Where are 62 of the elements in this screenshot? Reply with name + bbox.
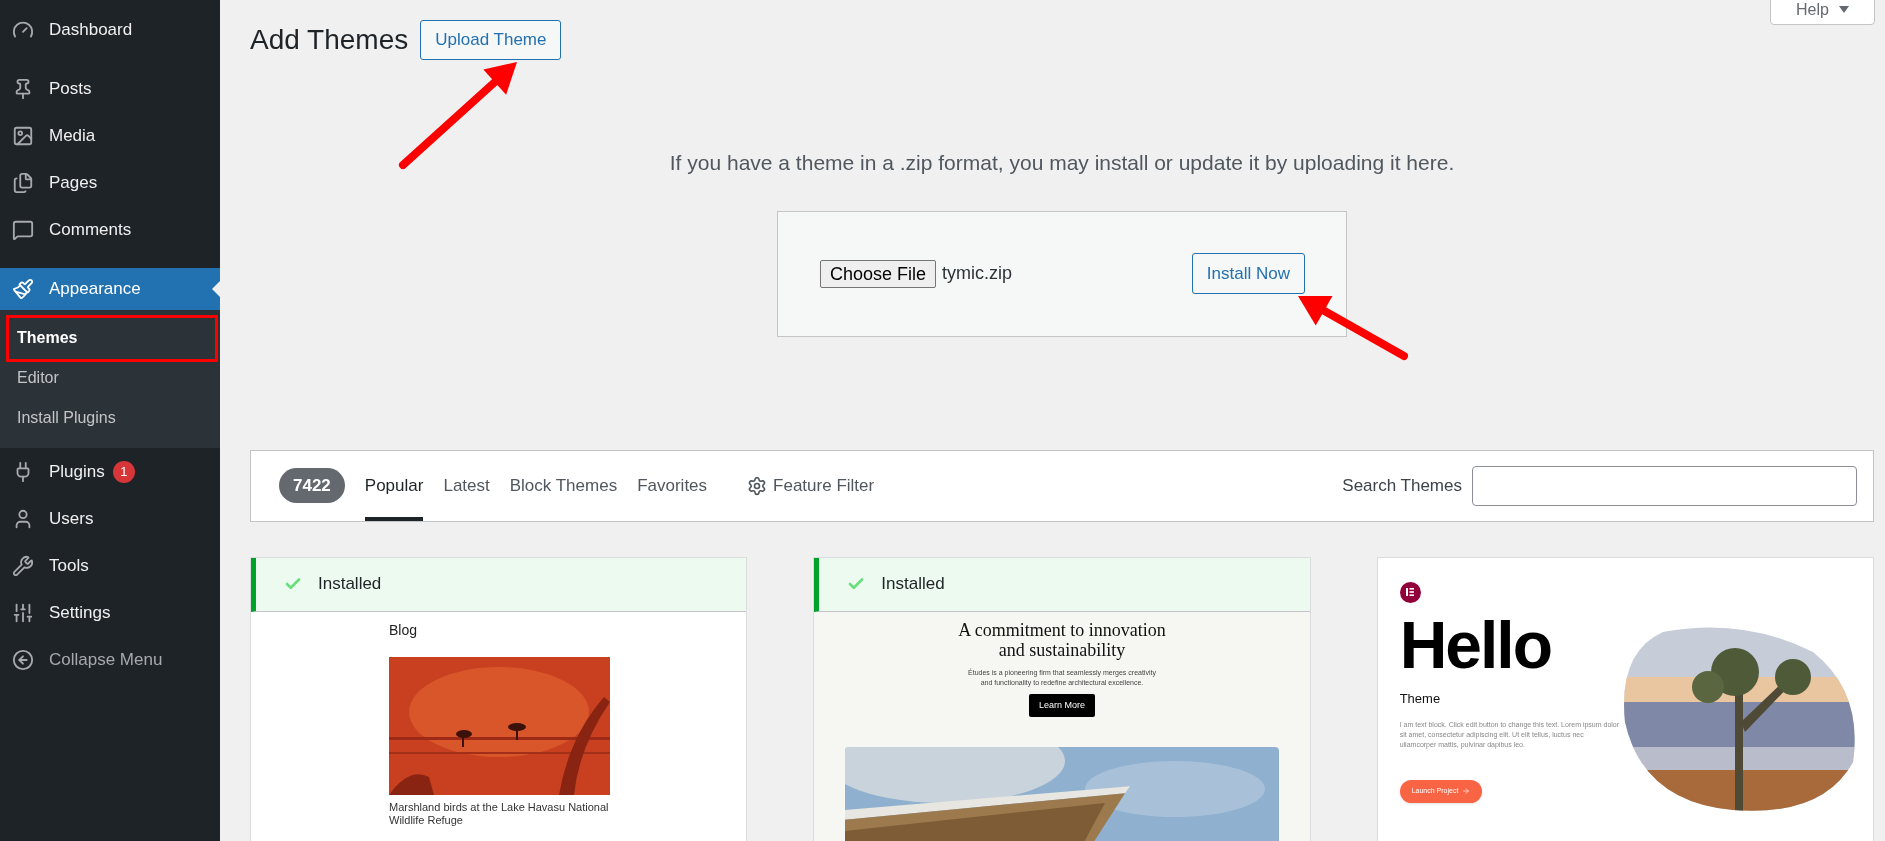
theme-card[interactable]: Installed Blog Marshland birds at the Lake Havasu National Wildlife Refuge xyxy=(250,556,748,841)
sidebar-label: Settings xyxy=(49,601,111,624)
sidebar-label: Comments xyxy=(49,218,132,241)
upload-theme-button[interactable]: Upload Theme xyxy=(420,20,562,60)
sidebar-label: Media xyxy=(49,124,96,147)
image-icon xyxy=(12,124,34,147)
preview-caption: Marshland birds at the Lake Havasu National Wildlife Refuge xyxy=(389,800,610,827)
sidebar-item[interactable]: Posts xyxy=(0,65,220,112)
wrench-icon xyxy=(12,554,34,577)
sidebar-label: Tools xyxy=(49,554,89,577)
sidebar-item[interactable]: Appearance xyxy=(0,268,220,310)
sidebar-item[interactable]: Media xyxy=(0,112,220,159)
preview-subheading: Theme xyxy=(1399,689,1442,708)
theme-count-badge: 7422 xyxy=(279,468,345,503)
preview-heading: Blog xyxy=(389,620,419,640)
sidebar-item[interactable]: Settings xyxy=(0,589,220,636)
search-field[interactable] xyxy=(1472,465,1857,506)
sidebar-label: Pages xyxy=(49,171,98,194)
speech-bubble-icon xyxy=(12,218,34,241)
learn-more-button: Learn More xyxy=(1028,693,1095,717)
collapse-icon xyxy=(12,648,34,671)
status-label: Installed xyxy=(318,573,382,596)
filter-tab[interactable]: Latest xyxy=(443,450,490,521)
settings-icon xyxy=(747,475,768,496)
theme-card[interactable] xyxy=(1376,556,1874,841)
count-badge: 1 xyxy=(112,460,135,483)
install-now-button[interactable]: Install Now xyxy=(1191,253,1305,294)
filter-tab[interactable]: Favorites xyxy=(637,450,708,521)
sidebar-item[interactable]: Dashboard xyxy=(0,6,220,53)
submenu-item[interactable]: Themes xyxy=(0,318,220,358)
sidebar-label: Posts xyxy=(49,77,92,100)
sidebar-item[interactable]: Comments xyxy=(0,206,220,253)
filter-tab[interactable]: Block Themes xyxy=(509,450,618,521)
sidebar-item[interactable]: Pages xyxy=(0,159,220,206)
logo-icon xyxy=(1399,581,1421,603)
paintbrush-icon xyxy=(12,278,34,300)
sidebar-label: Dashboard xyxy=(49,18,133,41)
preview-heading: A commitment to innovation and sustainability xyxy=(957,619,1167,660)
sidebar-item[interactable]: Users xyxy=(0,495,220,542)
sidebar-item[interactable]: Plugins 1 xyxy=(0,448,220,495)
search-label: Search Themes xyxy=(1342,474,1462,497)
page-title: Add Themes xyxy=(250,23,409,57)
sidebar-label: Plugins xyxy=(49,460,105,483)
preview-heading: Hello xyxy=(1399,612,1552,677)
submenu-item[interactable]: Editor xyxy=(0,358,220,398)
arrow-icon xyxy=(1462,787,1471,796)
current-pointer xyxy=(212,281,220,297)
choose-file-button[interactable]: Choose File xyxy=(820,259,937,288)
sliders-icon xyxy=(12,601,34,624)
sidebar-item[interactable]: Tools xyxy=(0,542,220,589)
file-name: tymic.zip xyxy=(942,262,1013,285)
help-tab[interactable]: Help xyxy=(1770,0,1875,25)
dropdown-caret-icon xyxy=(1838,6,1849,13)
upload-instructions: If you have a theme in a .zip format, you may install or update it by uploading it here. xyxy=(668,150,1456,176)
submenu-item[interactable]: Install Plugins xyxy=(0,398,220,438)
sidebar-label: Appearance xyxy=(49,278,141,301)
collapse-menu-button[interactable]: Collapse Menu xyxy=(0,636,220,683)
pages-icon xyxy=(12,171,34,194)
status-label: Installed xyxy=(881,573,945,596)
filter-tab[interactable]: Popular xyxy=(364,450,424,521)
sidebar-label: Users xyxy=(49,507,94,530)
feature-filter-button[interactable]: Feature Filter xyxy=(747,450,875,521)
